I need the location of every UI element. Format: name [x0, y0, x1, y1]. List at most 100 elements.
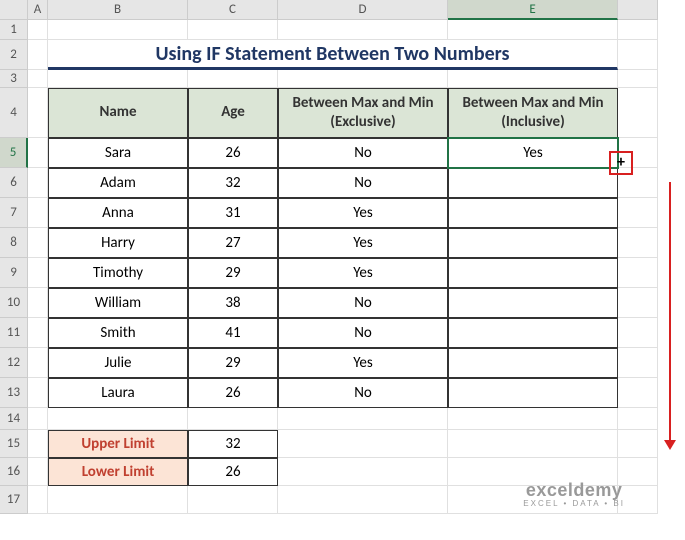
- row-header-4[interactable]: 4: [0, 88, 28, 138]
- cell-exclusive-13[interactable]: No: [278, 378, 448, 408]
- cell-age-6[interactable]: 32: [188, 168, 278, 198]
- cell-a4[interactable]: [28, 88, 48, 138]
- cell-a10[interactable]: [28, 288, 48, 318]
- cell-f5[interactable]: [618, 138, 658, 168]
- cell-f9[interactable]: [618, 258, 658, 288]
- cell-exclusive-7[interactable]: Yes: [278, 198, 448, 228]
- row-header-13[interactable]: 13: [0, 378, 28, 408]
- row-header-15[interactable]: 15: [0, 430, 28, 458]
- row-header-12[interactable]: 12: [0, 348, 28, 378]
- col-header-d[interactable]: D: [278, 0, 448, 20]
- cell-exclusive-9[interactable]: Yes: [278, 258, 448, 288]
- cell-a7[interactable]: [28, 198, 48, 228]
- cell-inclusive-6[interactable]: [448, 168, 618, 198]
- cell-b17[interactable]: [48, 486, 188, 514]
- cell-a16[interactable]: [28, 458, 48, 486]
- cell-b1[interactable]: [48, 20, 188, 40]
- col-header-e[interactable]: E: [448, 0, 618, 20]
- cell-inclusive-5[interactable]: Yes +: [448, 138, 618, 168]
- cell-exclusive-11[interactable]: No: [278, 318, 448, 348]
- lower-limit-label[interactable]: Lower Limit: [48, 458, 188, 486]
- row-header-6[interactable]: 6: [0, 168, 28, 198]
- cell-inclusive-9[interactable]: [448, 258, 618, 288]
- col-header-f[interactable]: [618, 0, 658, 20]
- cell-b3[interactable]: [48, 70, 188, 88]
- cell-a5[interactable]: [28, 138, 48, 168]
- spreadsheet-grid[interactable]: A B C D E 1 2 Using IF Statement Between…: [0, 0, 685, 514]
- cell-f15[interactable]: [618, 430, 658, 458]
- cell-name-7[interactable]: Anna: [48, 198, 188, 228]
- cell-inclusive-13[interactable]: [448, 378, 618, 408]
- cell-a15[interactable]: [28, 430, 48, 458]
- cell-d1[interactable]: [278, 20, 448, 40]
- cell-d15[interactable]: [278, 430, 448, 458]
- cell-f14[interactable]: [618, 408, 658, 430]
- cell-a17[interactable]: [28, 486, 48, 514]
- cell-inclusive-11[interactable]: [448, 318, 618, 348]
- cell-c3[interactable]: [188, 70, 278, 88]
- row-header-2[interactable]: 2: [0, 40, 28, 70]
- cell-f11[interactable]: [618, 318, 658, 348]
- cell-age-9[interactable]: 29: [188, 258, 278, 288]
- cell-name-12[interactable]: Julie: [48, 348, 188, 378]
- lower-limit-value[interactable]: 26: [188, 458, 278, 486]
- cell-a11[interactable]: [28, 318, 48, 348]
- cell-f1[interactable]: [618, 20, 658, 40]
- row-header-16[interactable]: 16: [0, 458, 28, 486]
- cell-f10[interactable]: [618, 288, 658, 318]
- header-inclusive[interactable]: Between Max and Min (Inclusive): [448, 88, 618, 138]
- cell-inclusive-7[interactable]: [448, 198, 618, 228]
- header-name[interactable]: Name: [48, 88, 188, 138]
- cell-inclusive-12[interactable]: [448, 348, 618, 378]
- cell-a14[interactable]: [28, 408, 48, 430]
- cell-name-13[interactable]: Laura: [48, 378, 188, 408]
- row-header-9[interactable]: 9: [0, 258, 28, 288]
- cell-e14[interactable]: [448, 408, 618, 430]
- col-header-a[interactable]: A: [28, 0, 48, 20]
- row-header-11[interactable]: 11: [0, 318, 28, 348]
- cell-d3[interactable]: [278, 70, 448, 88]
- col-header-b[interactable]: B: [48, 0, 188, 20]
- cell-e1[interactable]: [448, 20, 618, 40]
- cell-a1[interactable]: [28, 20, 48, 40]
- col-header-c[interactable]: C: [188, 0, 278, 20]
- cell-c17[interactable]: [188, 486, 278, 514]
- cell-c1[interactable]: [188, 20, 278, 40]
- cell-name-8[interactable]: Harry: [48, 228, 188, 258]
- upper-limit-label[interactable]: Upper Limit: [48, 430, 188, 458]
- cell-age-12[interactable]: 29: [188, 348, 278, 378]
- cell-name-10[interactable]: William: [48, 288, 188, 318]
- cell-a3[interactable]: [28, 70, 48, 88]
- row-header-17[interactable]: 17: [0, 486, 28, 514]
- cell-age-5[interactable]: 26: [188, 138, 278, 168]
- cell-f6[interactable]: [618, 168, 658, 198]
- cell-exclusive-12[interactable]: Yes: [278, 348, 448, 378]
- cell-exclusive-5[interactable]: No: [278, 138, 448, 168]
- cell-name-9[interactable]: Timothy: [48, 258, 188, 288]
- cell-exclusive-6[interactable]: No: [278, 168, 448, 198]
- cell-age-7[interactable]: 31: [188, 198, 278, 228]
- cell-a6[interactable]: [28, 168, 48, 198]
- cell-f3[interactable]: [618, 70, 658, 88]
- cell-f12[interactable]: [618, 348, 658, 378]
- cell-name-11[interactable]: Smith: [48, 318, 188, 348]
- cell-f4[interactable]: [618, 88, 658, 138]
- cell-name-6[interactable]: Adam: [48, 168, 188, 198]
- cell-f8[interactable]: [618, 228, 658, 258]
- cell-inclusive-8[interactable]: [448, 228, 618, 258]
- row-header-3[interactable]: 3: [0, 70, 28, 88]
- cell-age-13[interactable]: 26: [188, 378, 278, 408]
- cell-exclusive-10[interactable]: No: [278, 288, 448, 318]
- cell-a13[interactable]: [28, 378, 48, 408]
- cell-age-11[interactable]: 41: [188, 318, 278, 348]
- cell-c14[interactable]: [188, 408, 278, 430]
- row-header-10[interactable]: 10: [0, 288, 28, 318]
- header-age[interactable]: Age: [188, 88, 278, 138]
- header-exclusive[interactable]: Between Max and Min (Exclusive): [278, 88, 448, 138]
- cell-b14[interactable]: [48, 408, 188, 430]
- cell-e3[interactable]: [448, 70, 618, 88]
- select-all-corner[interactable]: [0, 0, 28, 20]
- cell-e15[interactable]: [448, 430, 618, 458]
- cell-d14[interactable]: [278, 408, 448, 430]
- cell-a2[interactable]: [28, 40, 48, 70]
